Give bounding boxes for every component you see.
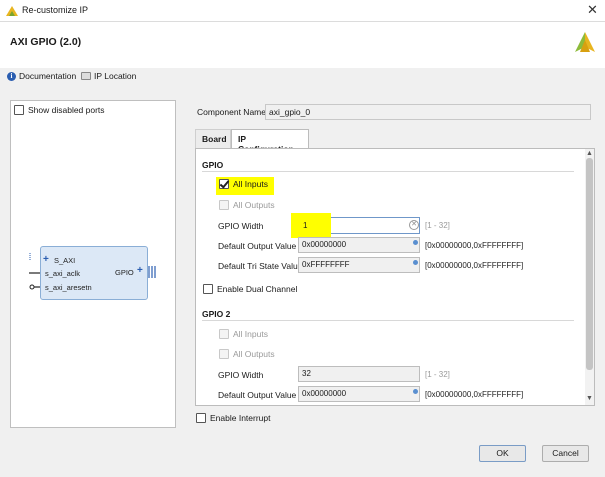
vivado-logo-icon <box>6 6 18 16</box>
show-disabled-ports-toggle[interactable]: Show disabled ports <box>14 105 105 115</box>
scroll-up-icon[interactable]: ▲ <box>586 150 593 157</box>
gpio-all-inputs-toggle[interactable]: All Inputs <box>219 179 268 189</box>
ok-button[interactable]: OK <box>479 445 526 462</box>
brand-logo-icon <box>575 32 595 52</box>
gpio2-all-inputs-label: All Inputs <box>233 329 268 339</box>
component-name-label: Component Name <box>197 107 266 117</box>
gpio-plus-icon: + <box>137 265 143 276</box>
gpio2-all-inputs-toggle[interactable]: All Inputs <box>219 329 268 339</box>
gpio-all-inputs-label: All Inputs <box>233 179 268 189</box>
enable-dual-channel-label: Enable Dual Channel <box>217 284 298 294</box>
gpio-default-output-label: Default Output Value <box>218 241 297 251</box>
scrollbar-thumb[interactable] <box>586 158 593 370</box>
port-s-axi-aclk: s_axi_aclk <box>45 269 81 278</box>
show-disabled-ports-label: Show disabled ports <box>28 105 105 115</box>
symbol-panel: Show disabled ports + S_AXI s_axi_aclk s… <box>10 100 176 428</box>
gpio-width-input[interactable]: 1 ✕ <box>291 213 420 238</box>
ip-symbol-block: + S_AXI s_axi_aclk s_axi_aresetn GPIO + <box>40 246 148 300</box>
gpio-width-label: GPIO Width <box>218 221 264 231</box>
scroll-down-icon[interactable]: ▼ <box>586 395 593 402</box>
tab-ip-configuration[interactable]: IP Configuration <box>231 129 309 154</box>
gpio-default-output-range: [0x00000000,0xFFFFFFFF] <box>425 241 524 250</box>
show-disabled-ports-checkbox[interactable] <box>14 105 24 115</box>
documentation-link[interactable]: i Documentation <box>7 71 76 81</box>
tab-board[interactable]: Board <box>195 129 231 149</box>
info-icon: i <box>7 71 16 81</box>
links-bar: i Documentation IP Location <box>0 68 605 88</box>
gpio-all-outputs-checkbox[interactable] <box>219 200 229 210</box>
gpio2-all-outputs-toggle[interactable]: All Outputs <box>219 349 275 359</box>
port-s-axi-aresetn: s_axi_aresetn <box>45 283 92 292</box>
default-output-indicator-icon <box>413 240 418 245</box>
ip-name: AXI GPIO (2.0) <box>10 36 82 48</box>
plus-icon: + <box>43 254 49 265</box>
enable-dual-channel-toggle[interactable]: Enable Dual Channel <box>203 284 297 294</box>
gpio2-width-input[interactable]: 32 <box>298 366 420 382</box>
gpio-default-tri-range: [0x00000000,0xFFFFFFFF] <box>425 261 524 270</box>
gpio-width-range: [1 - 32] <box>425 221 450 230</box>
ip-configuration-panel: GPIO All Inputs All Outputs GPIO Width 1… <box>195 148 595 406</box>
close-icon[interactable]: ✕ <box>587 2 598 18</box>
port-gpio: GPIO <box>115 268 134 277</box>
gpio-all-outputs-toggle[interactable]: All Outputs <box>219 200 275 210</box>
component-name-input[interactable]: axi_gpio_0 <box>265 104 591 120</box>
gpio-divider <box>202 171 574 172</box>
gpio2-width-range: [1 - 32] <box>425 370 450 379</box>
enable-dual-channel-checkbox[interactable] <box>203 284 213 294</box>
folder-icon <box>81 72 91 80</box>
ip-location-label: IP Location <box>94 71 137 81</box>
gpio2-default-output-input[interactable]: 0x00000000 <box>298 386 420 402</box>
gpio2-width-label: GPIO Width <box>218 370 264 380</box>
gpio-default-output-input[interactable]: 0x00000000 <box>298 237 420 253</box>
clear-input-icon[interactable]: ✕ <box>409 220 419 230</box>
gpio-all-outputs-label: All Outputs <box>233 200 275 210</box>
gpio-width-highlight <box>291 213 331 238</box>
window-title: Re-customize IP <box>22 5 89 15</box>
gpio2-divider <box>202 320 574 321</box>
title-bar: Re-customize IP ✕ <box>0 0 605 22</box>
enable-interrupt-toggle[interactable]: Enable Interrupt <box>196 413 270 423</box>
gpio-all-inputs-checkbox[interactable] <box>219 179 229 189</box>
ip-location-link[interactable]: IP Location <box>81 71 136 81</box>
default-tri-indicator-icon <box>413 260 418 265</box>
gpio2-default-output-indicator-icon <box>413 389 418 394</box>
cancel-button[interactable]: Cancel <box>542 445 589 462</box>
port-s-axi: S_AXI <box>54 256 76 265</box>
gpio-width-value: 1 <box>303 221 308 230</box>
gpio-default-tri-label: Default Tri State Value <box>218 261 303 271</box>
gpio2-default-output-label: Default Output Value <box>218 390 297 400</box>
gpio-default-tri-input[interactable]: 0xFFFFFFFF <box>298 257 420 273</box>
gpio-section-title: GPIO <box>202 160 224 170</box>
gpio2-all-inputs-checkbox[interactable] <box>219 329 229 339</box>
gpio-bus-icon <box>148 266 156 278</box>
gpio2-all-outputs-checkbox[interactable] <box>219 349 229 359</box>
enable-interrupt-checkbox[interactable] <box>196 413 206 423</box>
documentation-label: Documentation <box>19 71 77 81</box>
gpio2-default-output-range: [0x00000000,0xFFFFFFFF] <box>425 390 524 399</box>
ip-header: AXI GPIO (2.0) <box>0 22 605 68</box>
enable-interrupt-label: Enable Interrupt <box>210 413 271 423</box>
gpio2-section-title: GPIO 2 <box>202 309 231 319</box>
gpio2-all-outputs-label: All Outputs <box>233 349 275 359</box>
